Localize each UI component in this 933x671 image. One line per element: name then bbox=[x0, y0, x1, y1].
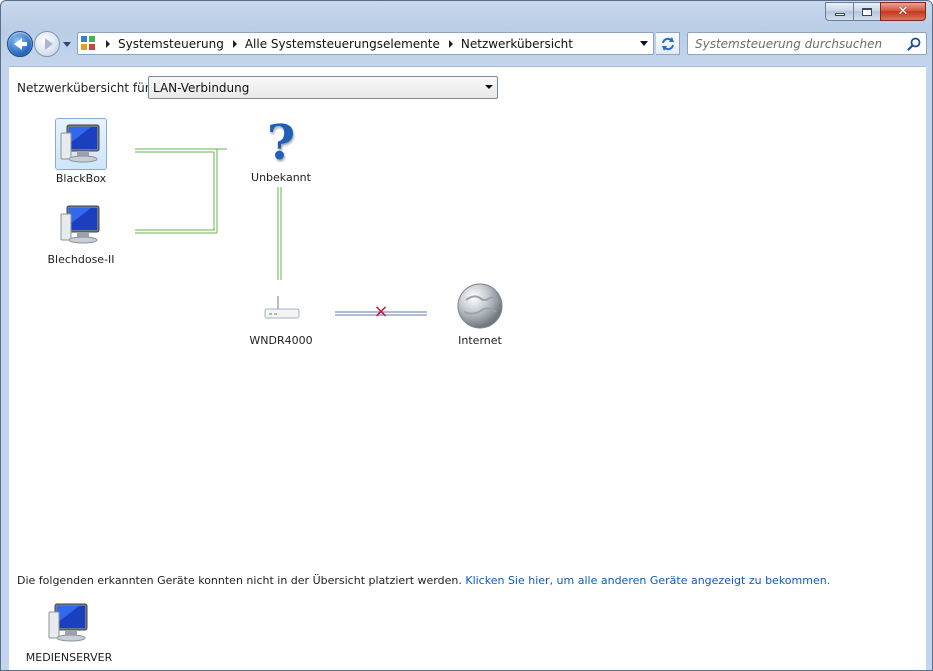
control-panel-icon bbox=[81, 35, 97, 52]
question-mark-icon[interactable]: ? bbox=[257, 119, 305, 167]
recent-pages-button[interactable] bbox=[62, 39, 72, 49]
search-icon[interactable] bbox=[907, 37, 921, 51]
breadcrumb-label[interactable]: Netzwerkübersicht bbox=[461, 37, 573, 51]
router-icon[interactable] bbox=[257, 282, 305, 330]
node-unknown[interactable]: ? Unbekannt bbox=[249, 119, 313, 184]
breadcrumb-label[interactable]: Alle Systemsteuerungselemente bbox=[245, 37, 440, 51]
minimize-button[interactable] bbox=[825, 2, 853, 21]
close-icon: ✕ bbox=[897, 4, 909, 19]
node-internet[interactable]: Internet bbox=[449, 282, 511, 347]
breadcrumb-alle-elemente[interactable]: Alle Systemsteuerungselemente bbox=[224, 33, 440, 54]
node-label: Unbekannt bbox=[251, 171, 311, 184]
broken-link-icon: × bbox=[373, 301, 389, 322]
node-router[interactable]: WNDR4000 bbox=[249, 282, 313, 347]
caption-buttons: ✕ bbox=[825, 2, 926, 21]
breadcrumb-separator-icon[interactable] bbox=[106, 39, 110, 48]
title-bar: ✕ bbox=[1, 1, 932, 29]
node-label: BlackBox bbox=[55, 172, 107, 185]
breadcrumb-separator-icon[interactable] bbox=[232, 39, 237, 48]
computer-icon[interactable] bbox=[57, 201, 105, 249]
node-blechdose[interactable]: Blechdose-II bbox=[47, 201, 115, 266]
computer-icon[interactable] bbox=[45, 599, 93, 647]
globe-icon[interactable] bbox=[456, 282, 504, 330]
breadcrumb-netzwerkuebersicht[interactable]: Netzwerkübersicht bbox=[440, 33, 573, 54]
breadcrumb-separator-icon[interactable] bbox=[448, 39, 453, 48]
refresh-button[interactable] bbox=[656, 32, 680, 55]
window-frame: ✕ Systemsteuerung Alle Systemsteuerungse… bbox=[0, 0, 933, 671]
address-history-dropdown[interactable] bbox=[637, 33, 651, 54]
unplaced-devices-info: Die folgenden erkannten Geräte konnten n… bbox=[17, 574, 830, 587]
node-blackbox[interactable]: BlackBox bbox=[55, 118, 107, 185]
navigation-bar: Systemsteuerung Alle Systemsteuerungsele… bbox=[1, 29, 932, 63]
breadcrumb-systemsteuerung[interactable]: Systemsteuerung bbox=[97, 33, 224, 54]
node-label: Internet bbox=[458, 334, 502, 347]
chevron-down-icon bbox=[63, 41, 71, 47]
maximize-button[interactable] bbox=[853, 2, 880, 21]
node-label: MEDIENSERVER bbox=[25, 651, 113, 664]
node-label: WNDR4000 bbox=[249, 334, 313, 347]
close-button[interactable]: ✕ bbox=[880, 2, 926, 21]
unplaced-devices-text: Die folgenden erkannten Geräte konnten n… bbox=[17, 574, 462, 587]
forward-button[interactable] bbox=[34, 31, 60, 57]
search-input[interactable] bbox=[695, 36, 900, 51]
node-medienserver[interactable]: MEDIENSERVER bbox=[23, 599, 115, 664]
breadcrumb-label[interactable]: Systemsteuerung bbox=[118, 37, 224, 51]
maximize-icon bbox=[862, 7, 872, 16]
back-button[interactable] bbox=[7, 31, 33, 57]
address-bar[interactable]: Systemsteuerung Alle Systemsteuerungsele… bbox=[77, 32, 654, 55]
chevron-down-icon bbox=[640, 41, 648, 46]
minimize-icon bbox=[834, 13, 845, 16]
computer-icon[interactable] bbox=[55, 118, 107, 170]
search-box[interactable] bbox=[687, 32, 927, 55]
refresh-icon bbox=[661, 36, 674, 51]
network-map-content: Netzwerkübersicht für LAN-Verbindung × B… bbox=[9, 66, 926, 670]
forward-arrow-icon bbox=[45, 38, 53, 50]
node-label: Blechdose-II bbox=[47, 253, 115, 266]
back-arrow-icon bbox=[14, 38, 27, 50]
show-all-devices-link[interactable]: Klicken Sie hier, um alle anderen Geräte… bbox=[465, 574, 830, 587]
